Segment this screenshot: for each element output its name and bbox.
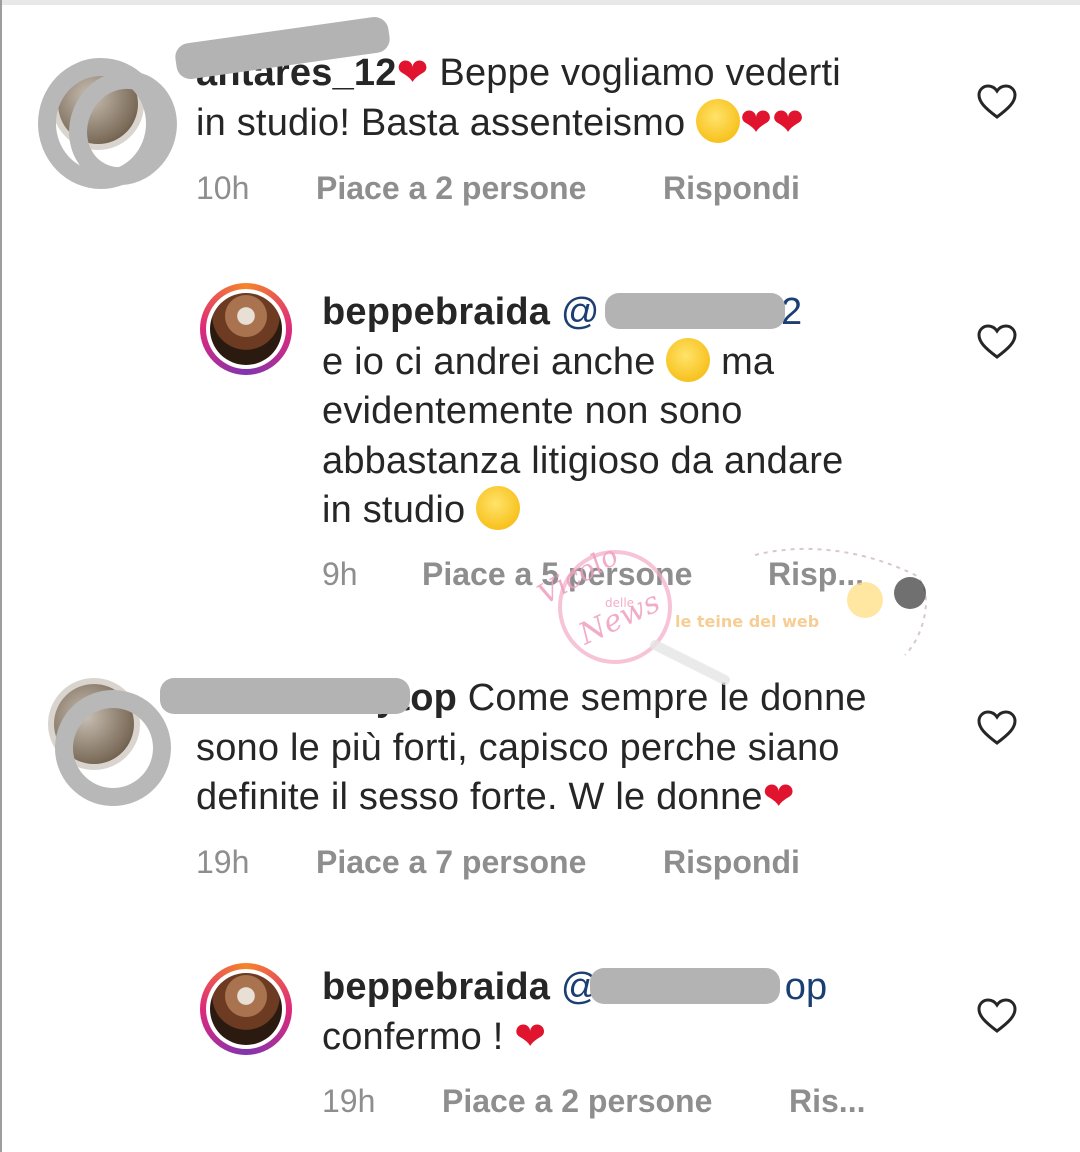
comment-body-line4: in studio: [322, 489, 477, 531]
top-border: [0, 0, 1080, 5]
comment-body-line1: Come sempre le donne: [457, 677, 867, 719]
mention-tail: op: [784, 966, 828, 1008]
comment-body-line3: abbastanza litigioso da andare: [322, 439, 844, 482]
username-link[interactable]: beppebraida: [322, 291, 550, 333]
username-link[interactable]: beppebraida: [322, 966, 550, 1008]
comment-body-line2: in studio! Basta assenteismo: [196, 101, 697, 144]
reply-button[interactable]: Ris...: [789, 1083, 865, 1120]
red-heart-emoji: ❤: [762, 776, 795, 818]
winking-emoji: [476, 486, 521, 530]
redaction-bar: [590, 968, 780, 1004]
left-border: [0, 0, 2, 1152]
heart-outline-icon[interactable]: [977, 324, 1017, 360]
svg-text:News: News: [573, 585, 666, 653]
red-heart-emoji: ❤: [514, 1015, 547, 1058]
svg-text:delle: delle: [605, 596, 634, 610]
redaction-bar: [605, 293, 785, 329]
redaction-bar: [160, 678, 410, 714]
grinning-emoji: [696, 98, 741, 143]
reply-button[interactable]: Rispondi: [663, 170, 800, 207]
heart-outline-icon[interactable]: [977, 998, 1017, 1034]
likes-count-link[interactable]: Piace a 2 persone: [442, 1083, 712, 1120]
heart-outline-icon[interactable]: [977, 710, 1017, 746]
heart-outline-icon[interactable]: [977, 84, 1017, 120]
comment-body-line1: e io ci andrei anche: [322, 340, 667, 383]
avatar[interactable]: [200, 963, 292, 1055]
likes-count-link[interactable]: Piace a 2 persone: [316, 170, 586, 207]
svg-text:le teine del web: le teine del web: [675, 612, 819, 631]
comment-body-line1: confermo !: [322, 1015, 515, 1058]
comment-text: antares_12 ❤ Beppe vogliamo vederti in s…: [196, 49, 936, 148]
reply-button[interactable]: Rispondi: [663, 844, 800, 881]
timestamp: 19h: [196, 844, 250, 880]
comment-body-line2: evidentemente non sono: [322, 390, 743, 432]
likes-count-link[interactable]: Piace a 7 persone: [316, 844, 586, 881]
avatar[interactable]: [200, 283, 292, 375]
likes-count-link[interactable]: Piace a 5 persone: [422, 556, 692, 593]
comment-body-line2: sono le più forti, capisco perche siano: [196, 726, 840, 769]
red-heart-emoji: ❤: [396, 52, 429, 94]
timestamp: 10h: [196, 170, 250, 206]
red-heart-emoji: ❤❤: [740, 101, 805, 144]
avatar-photo: [210, 973, 282, 1045]
mention-at: @: [560, 291, 600, 333]
comment-body-line1-tail: ma: [710, 340, 775, 383]
reply-button[interactable]: Risp...: [768, 556, 864, 593]
avatar-photo: [210, 293, 282, 365]
timestamp: 19h: [322, 1083, 376, 1119]
timestamp: 9h: [322, 556, 358, 592]
smiling-emoji: [666, 337, 711, 382]
comment-body-line3: definite il sesso forte. W le donne: [196, 776, 763, 818]
comment-body-line1: Beppe vogliamo vederti: [428, 52, 841, 94]
